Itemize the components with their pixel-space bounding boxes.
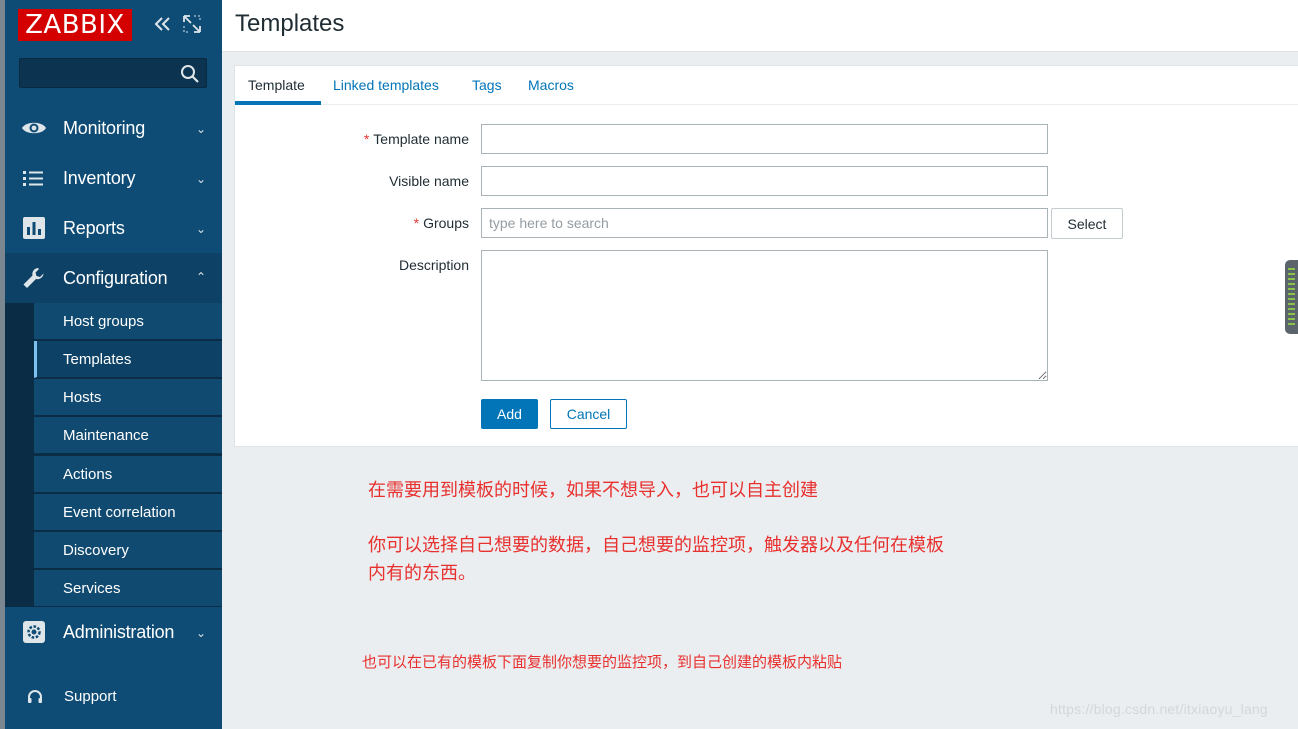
bar-chart-icon (21, 216, 47, 240)
headset-icon (26, 688, 44, 706)
chevron-down-icon: ⌄ (195, 222, 206, 236)
groups-label: * Groups (269, 215, 469, 231)
submenu-label: Event correlation (63, 504, 176, 521)
annotation-text-2-line2: 内有的东西。 (368, 563, 476, 584)
search-icon[interactable] (180, 64, 200, 84)
sidebar: ZABBIX Monitoring ⌄ Inventory ⌄ Reports … (5, 0, 222, 729)
sidebar-search-input[interactable] (20, 59, 175, 87)
watermark: https://blog.csdn.net/itxiaoyu_lang (1050, 701, 1268, 717)
menu-administration-label: Administration (63, 622, 175, 642)
add-button[interactable]: Add (481, 399, 538, 429)
submenu-services[interactable]: Services (34, 570, 222, 607)
template-name-input[interactable] (481, 124, 1048, 154)
menu-reports-label: Reports (63, 218, 125, 238)
menu-administration[interactable]: Administration ⌄ (5, 607, 222, 657)
page-header: Templates (222, 0, 1298, 52)
submenu-hosts[interactable]: Hosts (34, 379, 222, 416)
submenu-label: Services (63, 580, 121, 597)
chevron-down-icon: ⌄ (195, 122, 206, 136)
groups-search-input[interactable] (481, 208, 1048, 238)
submenu-label: Hosts (63, 389, 102, 406)
submenu-actions[interactable]: Actions (34, 456, 222, 493)
wrench-icon (21, 266, 47, 290)
chevron-up-icon: ⌃ (195, 270, 206, 284)
template-name-label: * Template name (269, 131, 469, 147)
active-tab-indicator (235, 101, 321, 105)
kiosk-mode-icon[interactable] (181, 12, 203, 36)
template-name-label-text: Template name (373, 131, 469, 147)
tab-template[interactable]: Template (248, 77, 305, 93)
submenu-label: Actions (63, 466, 113, 483)
menu-inventory[interactable]: Inventory ⌄ (5, 153, 222, 203)
menu-monitoring-label: Monitoring (63, 118, 146, 138)
visible-name-input[interactable] (481, 166, 1048, 196)
zabbix-logo[interactable]: ZABBIX (18, 9, 132, 41)
menu-inventory-label: Inventory (63, 168, 136, 188)
menu-configuration[interactable]: Configuration ⌃ (5, 253, 222, 303)
tab-tags[interactable]: Tags (472, 77, 502, 93)
annotation-text-3: 也可以在已有的模板下面复制你想要的监控项，到自己创建的模板内粘贴 (362, 653, 843, 671)
tab-bar: Template Linked templates Tags Macros (235, 66, 1298, 105)
menu-monitoring[interactable]: Monitoring ⌄ (5, 103, 222, 153)
logo-row: ZABBIX (5, 0, 222, 52)
submenu-label: Host groups (63, 313, 144, 330)
groups-select-button[interactable]: Select (1051, 208, 1123, 239)
visible-name-label: Visible name (389, 173, 469, 189)
tab-linked-templates[interactable]: Linked templates (333, 77, 439, 93)
annotation-text-1: 在需要用到模板的时候，如果不想导入，也可以自主创建 (368, 480, 818, 501)
menu-configuration-label: Configuration (63, 268, 168, 288)
page-title: Templates (235, 10, 345, 37)
annotation-text-2: 你可以选择自己想要的数据，自己想要的监控项，触发器以及任何在模板 内有的东西。 (368, 532, 1028, 588)
configuration-submenu: Host groups Templates Hosts Maintenance … (5, 303, 222, 607)
description-label: Description (398, 257, 469, 273)
submenu-maintenance[interactable]: Maintenance (34, 417, 222, 454)
chevron-down-icon: ⌄ (195, 172, 206, 186)
submenu-templates[interactable]: Templates (34, 341, 222, 378)
annotation-text-2-line1: 你可以选择自己想要的数据，自己想要的监控项，触发器以及任何在模板 (368, 535, 944, 556)
groups-label-text: Groups (423, 215, 469, 231)
required-marker: * (363, 131, 370, 147)
description-textarea[interactable] (481, 250, 1048, 381)
gear-icon (21, 620, 47, 644)
sidebar-search (19, 58, 207, 88)
submenu-label: Templates (63, 351, 132, 368)
submenu-label: Maintenance (63, 427, 149, 444)
tab-macros[interactable]: Macros (528, 77, 574, 93)
submenu-label: Discovery (63, 542, 129, 559)
collapse-sidebar-icon[interactable] (151, 12, 175, 36)
template-form-card: Template Linked templates Tags Macros * T… (234, 65, 1298, 447)
menu-reports[interactable]: Reports ⌄ (5, 203, 222, 253)
cancel-button[interactable]: Cancel (550, 399, 627, 429)
list-icon (21, 166, 47, 190)
edge-widget[interactable] (1285, 260, 1298, 334)
support-link[interactable]: Support (5, 680, 222, 714)
chevron-down-icon: ⌄ (195, 626, 206, 640)
eye-icon (21, 116, 47, 140)
required-marker: * (413, 215, 420, 231)
support-label: Support (64, 688, 117, 705)
submenu-discovery[interactable]: Discovery (34, 532, 222, 569)
submenu-event-correlation[interactable]: Event correlation (34, 494, 222, 531)
submenu-host-groups[interactable]: Host groups (34, 303, 222, 340)
